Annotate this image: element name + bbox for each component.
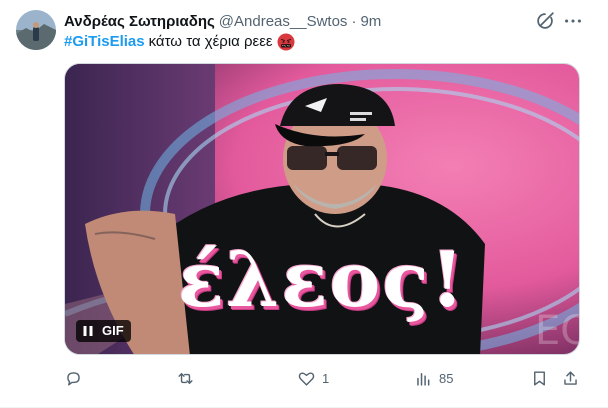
tweet-body: κάτω τα χέρια ρεεε: [148, 33, 273, 50]
views-button[interactable]: 85: [414, 364, 453, 392]
timestamp[interactable]: 9m: [360, 12, 381, 32]
retweet-icon: [178, 372, 193, 384]
angry-face-with-symbols-emoji: [277, 33, 295, 51]
gif-badge: GIF: [102, 323, 124, 338]
reply-button[interactable]: [64, 364, 89, 392]
share-button[interactable]: [561, 364, 580, 392]
tweet-text: #GiTisElias κάτω τα χέρια ρεεε: [64, 32, 295, 52]
author-name[interactable]: Ανδρέας Σωτηριαδης: [64, 12, 215, 32]
action-bar: 1 85: [56, 364, 588, 392]
hashtag-link[interactable]: #GiTisElias: [64, 32, 145, 52]
reply-icon: [67, 371, 80, 386]
heart-icon: [298, 371, 315, 386]
like-button[interactable]: 1: [297, 364, 329, 392]
share-icon: [564, 370, 577, 385]
views-chart-icon: [417, 372, 430, 386]
pause-icon[interactable]: [82, 325, 94, 337]
retweet-button[interactable]: [176, 364, 201, 392]
gif-caption: έλεος!: [177, 235, 467, 324]
avatar-image: [16, 10, 56, 50]
separator-dot: ·: [351, 13, 357, 30]
tweet-card[interactable]: Ανδρέας Σωτηριαδης @Andreas__Swtos · 9m …: [0, 0, 608, 408]
tweet-header: Ανδρέας Σωτηριαδης @Andreas__Swtos · 9m: [64, 12, 548, 32]
grok-icon[interactable]: [534, 10, 556, 32]
gif-play-control[interactable]: GIF: [76, 320, 131, 342]
like-count: 1: [322, 370, 330, 386]
views-count: 85: [439, 370, 454, 386]
more-options-icon[interactable]: [562, 10, 584, 32]
bookmark-icon: [534, 370, 545, 386]
author-handle[interactable]: @Andreas__Swtos: [219, 12, 348, 32]
gif-media[interactable]: EC έλεος!: [64, 63, 580, 355]
avatar[interactable]: [16, 10, 56, 50]
bookmark-button[interactable]: [530, 364, 549, 392]
